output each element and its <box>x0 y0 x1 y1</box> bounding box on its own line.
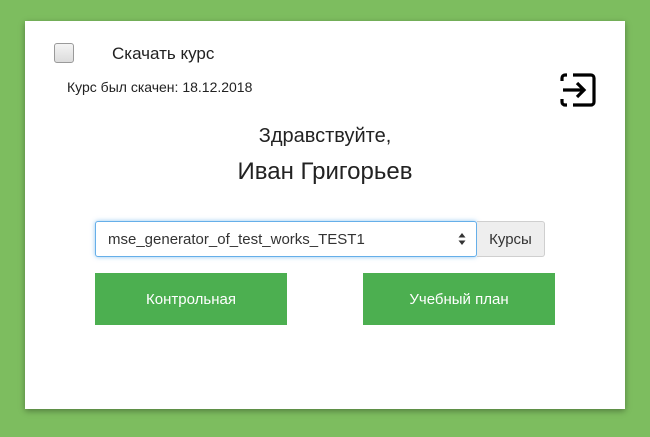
course-select-value: mse_generator_of_test_works_TEST1 <box>108 231 365 248</box>
main-card: Скачать курс Курс был скачен: 18.12.2018… <box>25 21 625 409</box>
test-work-button[interactable]: Контрольная <box>95 273 287 325</box>
user-name: Иван Григорьев <box>237 158 413 185</box>
courses-button[interactable]: Курсы <box>477 221 545 257</box>
greeting-text: Здравствуйте, <box>258 125 392 147</box>
logout-icon[interactable] <box>559 71 597 109</box>
download-status-text: Курс был скачен: 18.12.2018 <box>67 79 253 95</box>
download-course-checkbox[interactable] <box>54 43 74 63</box>
download-course-label[interactable]: Скачать курс <box>112 44 214 64</box>
study-plan-button[interactable]: Учебный план <box>363 273 555 325</box>
select-arrows-icon <box>458 233 466 245</box>
course-select[interactable]: mse_generator_of_test_works_TEST1 <box>95 221 477 257</box>
